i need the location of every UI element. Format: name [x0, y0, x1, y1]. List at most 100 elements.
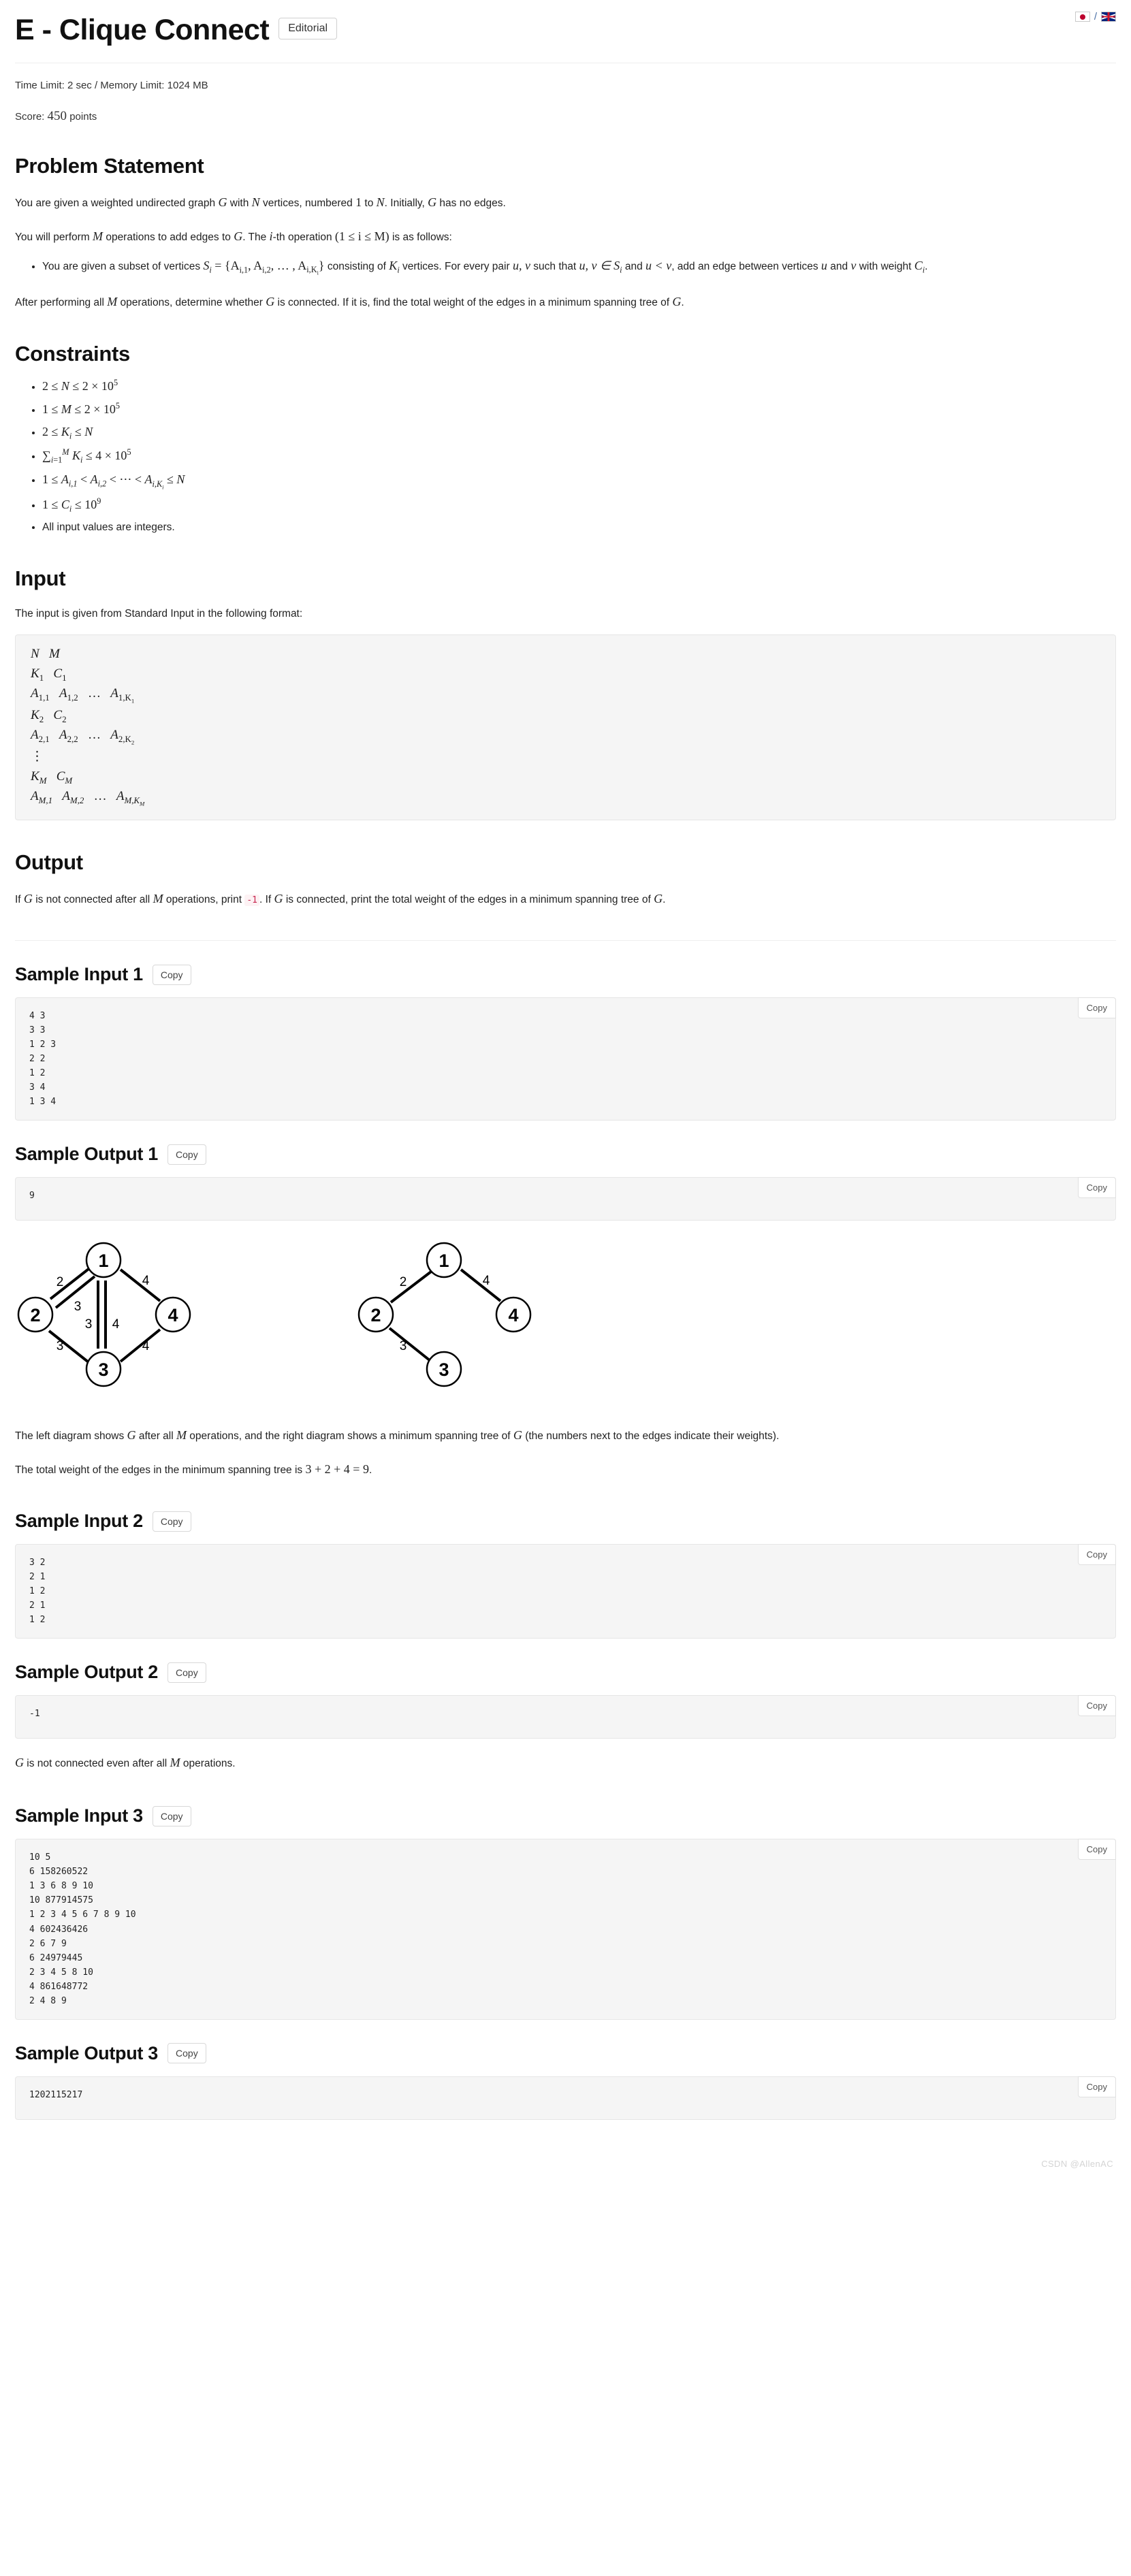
sample-2-explanation: G is not connected even after all M oper…: [15, 1756, 236, 1770]
constraints-list: 2 ≤ N ≤ 2 × 105 1 ≤ M ≤ 2 × 105 2 ≤ Ki ≤…: [0, 376, 1131, 536]
copy-corner-sample-output-3[interactable]: Copy: [1077, 2076, 1116, 2097]
text-frag: . If: [259, 894, 274, 906]
score-line: Score: 450 points: [0, 109, 1131, 124]
text-frag: is connected, print the total weight of …: [283, 894, 654, 906]
text-frag: operations, determine whether: [117, 297, 266, 309]
text-frag: operations to add edges to: [103, 231, 234, 243]
math-sum: 3 + 2 + 4 = 9: [305, 1462, 369, 1477]
heading-input: Input: [15, 566, 66, 590]
editorial-button[interactable]: Editorial: [278, 18, 338, 39]
mst-edge-label-2-3: 3: [400, 1339, 407, 1353]
sample-output-3-block: Copy 1202115217: [0, 2076, 1131, 2120]
edge-1-4: [119, 1268, 161, 1302]
copy-corner-sample-output-2[interactable]: Copy: [1077, 1695, 1116, 1717]
copy-button-sample-input-2[interactable]: Copy: [152, 1511, 191, 1532]
math-G2: G: [428, 195, 437, 209]
sample-input-3-block: Copy 10 5 6 158260522 1 3 6 8 9 10 10 87…: [0, 1839, 1131, 2020]
statement-paragraph-2: You will perform M operations to add edg…: [0, 227, 1131, 246]
constraint-A: 1 ≤ Ai,1 < Ai,2 < ⋯ < Ai,Ki ≤ N: [42, 472, 185, 491]
text-frag: -th operation: [272, 231, 335, 243]
text-frag: to: [362, 197, 377, 209]
math-uv: u, v: [512, 258, 530, 272]
edge-label-3-4: 4: [142, 1339, 150, 1353]
sample-input-2-title: Sample Input 2: [15, 1511, 143, 1532]
copy-button-sample-output-1[interactable]: Copy: [168, 1144, 206, 1165]
edge-2-3: [48, 1330, 90, 1364]
sample-input-2-text: 3 2 2 1 1 2 2 1 1 2: [15, 1544, 1116, 1639]
sample-output-1-block: Copy 9: [0, 1177, 1131, 1221]
text-frag: is not connected after all: [32, 894, 153, 906]
page-title: E - Clique Connect: [15, 14, 270, 47]
input-format-text: N M K1 C1 A1,1 A1,2 … A1,K1 K2 C2 A2,1 A…: [15, 634, 1116, 821]
node-1-label: 1: [98, 1251, 108, 1271]
math-u-lt-v: u < v: [646, 258, 672, 272]
copy-button-sample-input-3[interactable]: Copy: [152, 1805, 191, 1826]
statement-paragraph-1: You are given a weighted undirected grap…: [0, 193, 1131, 212]
problem-page: E - Clique Connect Editorial / Time Limi…: [0, 0, 1131, 2181]
copy-button-sample-output-3[interactable]: Copy: [168, 2043, 206, 2064]
math-M: M: [170, 1756, 180, 1770]
language-toggle[interactable]: /: [1074, 11, 1116, 22]
input-format-block: N M K1 C1 A1,1 A1,2 … A1,K1 K2 C2 A2,1 A…: [0, 634, 1131, 821]
copy-corner-sample-output-1[interactable]: Copy: [1077, 1177, 1116, 1199]
math-N: N: [251, 195, 260, 209]
list-item: 2 ≤ Ki ≤ N: [42, 421, 1116, 444]
text-frag: . The: [242, 231, 270, 243]
copy-button-sample-output-2[interactable]: Copy: [168, 1662, 206, 1683]
text-frag: vertices, numbered: [259, 197, 356, 209]
edge-label-1-3-w4: 4: [112, 1317, 120, 1332]
copy-button-sample-input-1[interactable]: Copy: [152, 964, 191, 985]
list-item: 1 ≤ M ≤ 2 × 105: [42, 399, 1116, 421]
uk-flag-icon[interactable]: [1101, 12, 1116, 22]
copy-corner-sample-input-1[interactable]: Copy: [1077, 997, 1116, 1019]
text-frag: , add an edge between vertices: [671, 260, 821, 272]
output-divider: [15, 940, 1116, 941]
text-frag: and: [827, 260, 851, 272]
right-graph: 1 2 3 4 2 4 3: [357, 1242, 532, 1387]
text-frag: You are given a weighted undirected grap…: [15, 197, 219, 209]
sample-1-figure: 1 2 3 4 2 3 3 4 4 3 4 1 2 3 4 2 4 3: [0, 1221, 1131, 1411]
sample-input-1-title: Sample Input 1: [15, 964, 143, 985]
math-M: M: [176, 1428, 187, 1443]
jp-flag-icon[interactable]: [1074, 12, 1090, 22]
text-frag: is as follows:: [389, 231, 452, 243]
math-M: M: [93, 229, 103, 243]
node-4-label: 4: [168, 1305, 178, 1325]
text-frag: .: [681, 297, 684, 309]
text-frag: If: [15, 894, 24, 906]
limits-line: Time Limit: 2 sec / Memory Limit: 1024 M…: [15, 80, 208, 91]
score-value: 450: [47, 109, 67, 123]
sample-input-2-block: Copy 3 2 2 1 1 2 2 1 1 2: [0, 1544, 1131, 1639]
math-G: G: [15, 1756, 24, 1770]
text-frag: You will perform: [15, 231, 93, 243]
edge-label-2-1-w3: 3: [74, 1300, 82, 1314]
sample-output-3-text: 1202115217: [15, 2076, 1116, 2120]
page-header: E - Clique Connect Editorial /: [0, 0, 1131, 52]
lang-separator: /: [1094, 11, 1097, 22]
math-set: = {Ai,1, Ai,2, … , Ai,Ki}: [211, 258, 325, 276]
input-lead: The input is given from Standard Input i…: [15, 607, 303, 619]
list-item: 1 ≤ Ai,1 < Ai,2 < ⋯ < Ai,Ki ≤ N: [42, 469, 1116, 493]
math-range-i: (1 ≤ i ≤ M): [334, 229, 389, 243]
output-description: If G is not connected after all M operat…: [0, 890, 1131, 909]
math-u: u: [821, 258, 827, 272]
math-Si: Si: [203, 258, 212, 275]
heading-output: Output: [15, 850, 83, 875]
text-frag: After performing all: [15, 297, 108, 309]
edge-label-1-3-w3: 3: [85, 1317, 93, 1332]
text-frag: such that: [530, 260, 579, 272]
heading-problem-statement: Problem Statement: [15, 154, 204, 178]
output-minus-one-code: -1: [244, 895, 259, 907]
sample-input-3-text: 10 5 6 158260522 1 3 6 8 9 10 10 8779145…: [15, 1839, 1116, 2020]
math-G: G: [266, 295, 275, 309]
copy-corner-sample-input-3[interactable]: Copy: [1077, 1839, 1116, 1861]
text-frag: with: [227, 197, 252, 209]
sample-output-2-header: Sample Output 2 Copy: [0, 1662, 1131, 1683]
text-frag: .: [663, 894, 666, 906]
sample-output-1-text: 9: [15, 1177, 1116, 1221]
constraint-K: 2 ≤ Ki ≤ N: [42, 425, 93, 441]
copy-corner-sample-input-2[interactable]: Copy: [1077, 1544, 1116, 1566]
mst-edge-2-1: [389, 1268, 435, 1304]
list-item: All input values are integers.: [42, 518, 1116, 536]
text-frag: has no edges.: [436, 197, 506, 209]
